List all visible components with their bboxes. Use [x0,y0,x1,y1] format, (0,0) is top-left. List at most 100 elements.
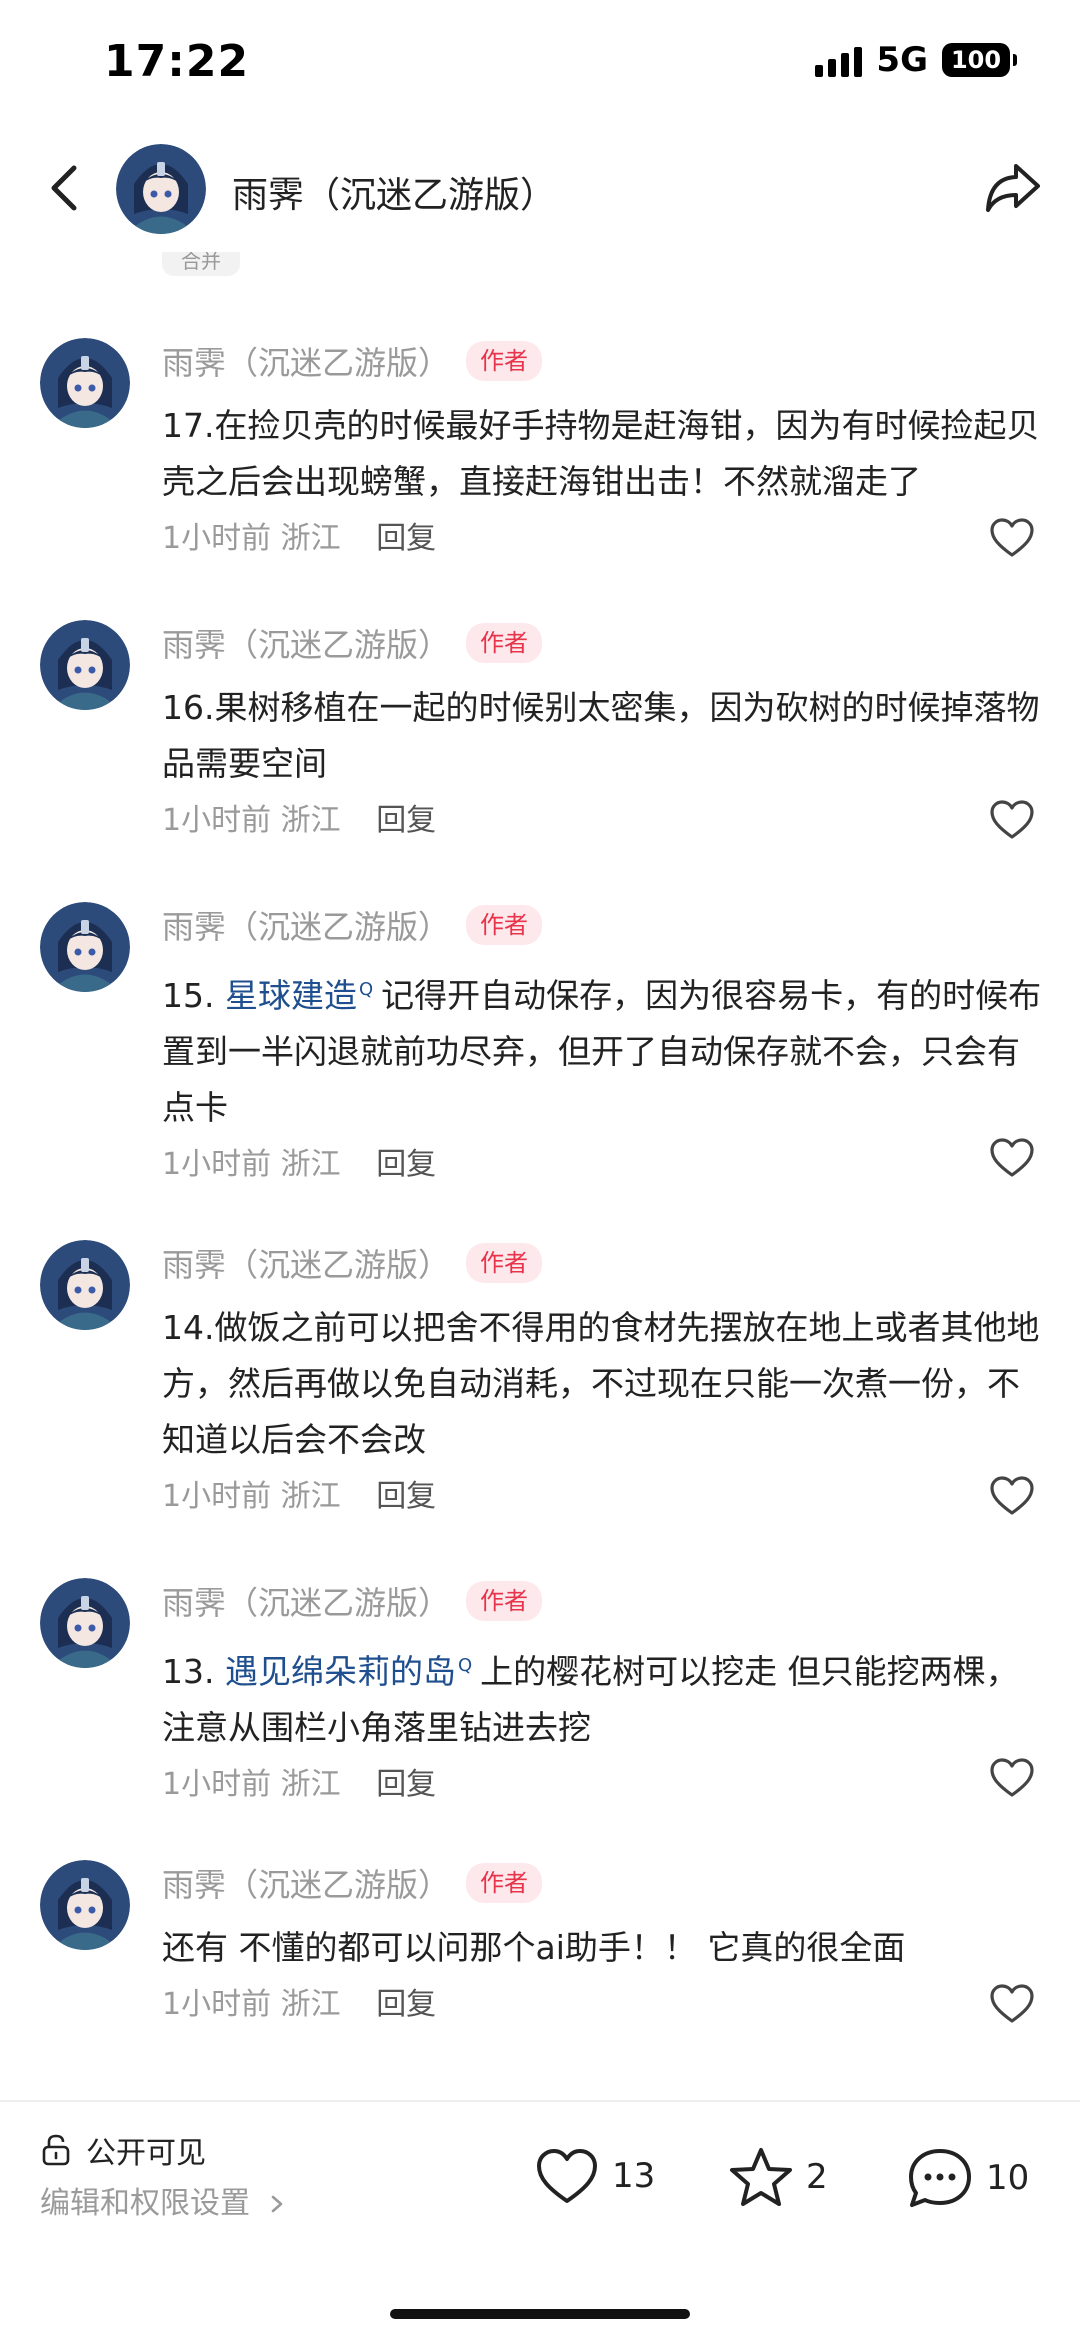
comment-text: 还有 不懂的都可以问那个ai助手！！ 它真的很全面 [162,1928,906,1967]
avatar[interactable] [40,902,130,992]
comment-bubble-icon [909,2149,971,2207]
comment-meta: 1小时前 浙江 回复 [162,798,1042,844]
header-avatar[interactable] [116,144,206,234]
comment-like-button[interactable] [988,796,1036,844]
heart-icon [990,1138,1034,1177]
home-indicator[interactable] [390,2309,690,2319]
author-badge: 作者 [466,623,543,663]
comment-time: 1小时前 [162,1147,272,1182]
author-badge: 作者 [466,1863,543,1903]
permission-settings-link[interactable]: 编辑和权限设置 [40,2178,288,2222]
comment-prefix: 13. [162,1652,225,1691]
like-button[interactable]: 13 [534,2146,655,2206]
reply-button[interactable]: 回复 [376,803,436,838]
favorite-button[interactable]: 2 [728,2146,828,2208]
chevron-right-icon [271,2195,282,2213]
comment-like-button[interactable] [988,1134,1036,1182]
share-button[interactable] [980,156,1044,220]
comment-body: 雨霁（沉迷乙游版） 作者 14.做饭之前可以把舍不得用的食材先摆放在地上或者其他… [162,1240,1042,1520]
comment-time: 1小时前 [162,521,272,556]
commenter-name[interactable]: 雨霁（沉迷乙游版） [162,1860,450,1906]
comment-meta: 1小时前 浙江 回复 [162,1762,1042,1808]
comment-prefix: 15. [162,976,225,1015]
visibility-status: 公开可见 [40,2128,206,2172]
comment-button[interactable]: 10 [906,2146,1029,2210]
heart-icon [537,2149,597,2203]
comment-text: 17.在捡贝壳的时候最好手持物是赶海钳，因为有时候捡起贝壳之后会出现螃蟹，直接赶… [162,406,1040,501]
topic-link[interactable]: 星球建造 [225,976,357,1015]
topic-link[interactable]: 遇见绵朵莉的岛 [225,1652,456,1691]
comment-header: 雨霁（沉迷乙游版） 作者 [162,1860,1042,1906]
comment-location: 浙江 [280,1479,341,1514]
battery-icon: 100 [942,43,1017,77]
reply-button[interactable]: 回复 [376,1767,436,1802]
avatar[interactable] [40,620,130,710]
status-time: 17:22 [104,36,250,87]
share-icon [986,164,1040,212]
comment-text: 15. 星球建造 Q 记得开自动保存，因为很容易卡，有的时候布置到一半闪退就前功尽弃… [162,962,1042,1136]
back-button[interactable] [36,158,96,218]
heart-icon [990,518,1034,557]
reply-button[interactable]: 回复 [376,521,436,556]
comment-like-button[interactable] [988,514,1036,562]
comment-header: 雨霁（沉迷乙游版） 作者 [162,1240,1042,1286]
author-badge: 作者 [466,905,543,945]
battery-level: 100 [950,46,1002,74]
comment-text: 13. 遇见绵朵莉的岛 Q 上的樱花树可以挖走 但只能挖两棵，注意从围栏小角落里钻进… [162,1638,1042,1756]
heart-icon [990,1758,1034,1797]
comment-header: 雨霁（沉迷乙游版） 作者 [162,338,1042,384]
comment-location: 浙江 [280,803,341,838]
comment-location: 浙江 [280,1987,341,2022]
heart-icon [990,800,1034,839]
comment-meta: 1小时前 浙江 回复 [162,1982,1042,2028]
comment-body: 雨霁（沉迷乙游版） 作者 17.在捡贝壳的时候最好手持物是赶海钳，因为有时候捡起… [162,338,1042,562]
author-badge: 作者 [466,1581,543,1621]
comment-like-button[interactable] [988,1472,1036,1520]
search-icon: Q [457,1655,473,1676]
comment-header: 雨霁（沉迷乙游版） 作者 [162,902,1042,948]
comment-body: 雨霁（沉迷乙游版） 作者 16.果树移植在一起的时候别太密集，因为砍树的时候掉落… [162,620,1042,844]
reply-button[interactable]: 回复 [376,1479,436,1514]
comment-body: 雨霁（沉迷乙游版） 作者 还有 不懂的都可以问那个ai助手！！ 它真的很全面 1… [162,1860,1042,2028]
comment-time: 1小时前 [162,1479,272,1514]
star-icon [730,2148,792,2206]
commenter-name[interactable]: 雨霁（沉迷乙游版） [162,902,450,948]
header: 雨霁（沉迷乙游版） [0,130,1080,250]
comment-time: 1小时前 [162,1987,272,2022]
commenter-name[interactable]: 雨霁（沉迷乙游版） [162,338,450,384]
comment-like-button[interactable] [988,1754,1036,1802]
comment-location: 浙江 [280,1767,341,1802]
avatar[interactable] [40,338,130,428]
status-indicators: 5G 100 [815,40,1017,80]
commenter-name[interactable]: 雨霁（沉迷乙游版） [162,1240,450,1286]
like-count: 13 [612,2156,656,2196]
comment-count: 10 [986,2158,1030,2198]
comment-time: 1小时前 [162,803,272,838]
avatar[interactable] [40,1578,130,1668]
comment-like-button[interactable] [988,1980,1036,2028]
comment-location: 浙江 [280,521,341,556]
commenter-name[interactable]: 雨霁（沉迷乙游版） [162,1578,450,1624]
favorite-count: 2 [806,2157,828,2197]
reply-button[interactable]: 回复 [376,1147,436,1182]
comment-body: 雨霁（沉迷乙游版） 作者 15. 星球建造 Q 记得开自动保存，因为很容易卡，有的时… [162,902,1042,1188]
heart-icon [990,1984,1034,2023]
comment-meta: 1小时前 浙江 回复 [162,1142,1042,1188]
lock-icon [42,2134,70,2166]
comment-meta: 1小时前 浙江 回复 [162,1474,1042,1520]
comment-text: 14.做饭之前可以把舍不得用的食材先摆放在地上或者其他地方，然后再做以免自动消耗… [162,1308,1040,1459]
avatar[interactable] [40,1860,130,1950]
commenter-name[interactable]: 雨霁（沉迷乙游版） [162,620,450,666]
comment-header: 雨霁（沉迷乙游版） 作者 [162,1578,1042,1624]
heart-icon [990,1476,1034,1515]
comment-meta: 1小时前 浙江 回复 [162,516,1042,562]
reply-button[interactable]: 回复 [376,1987,436,2022]
back-icon [51,165,77,211]
permission-label: 编辑和权限设置 [40,2186,250,2221]
comment-location: 浙江 [280,1147,341,1182]
network-type: 5G [876,40,928,80]
comment-body: 雨霁（沉迷乙游版） 作者 13. 遇见绵朵莉的岛 Q 上的樱花树可以挖走 但只能挖两… [162,1578,1042,1808]
collapsed-tag[interactable]: 合并 [162,252,240,276]
search-icon: Q [358,979,374,1000]
avatar[interactable] [40,1240,130,1330]
